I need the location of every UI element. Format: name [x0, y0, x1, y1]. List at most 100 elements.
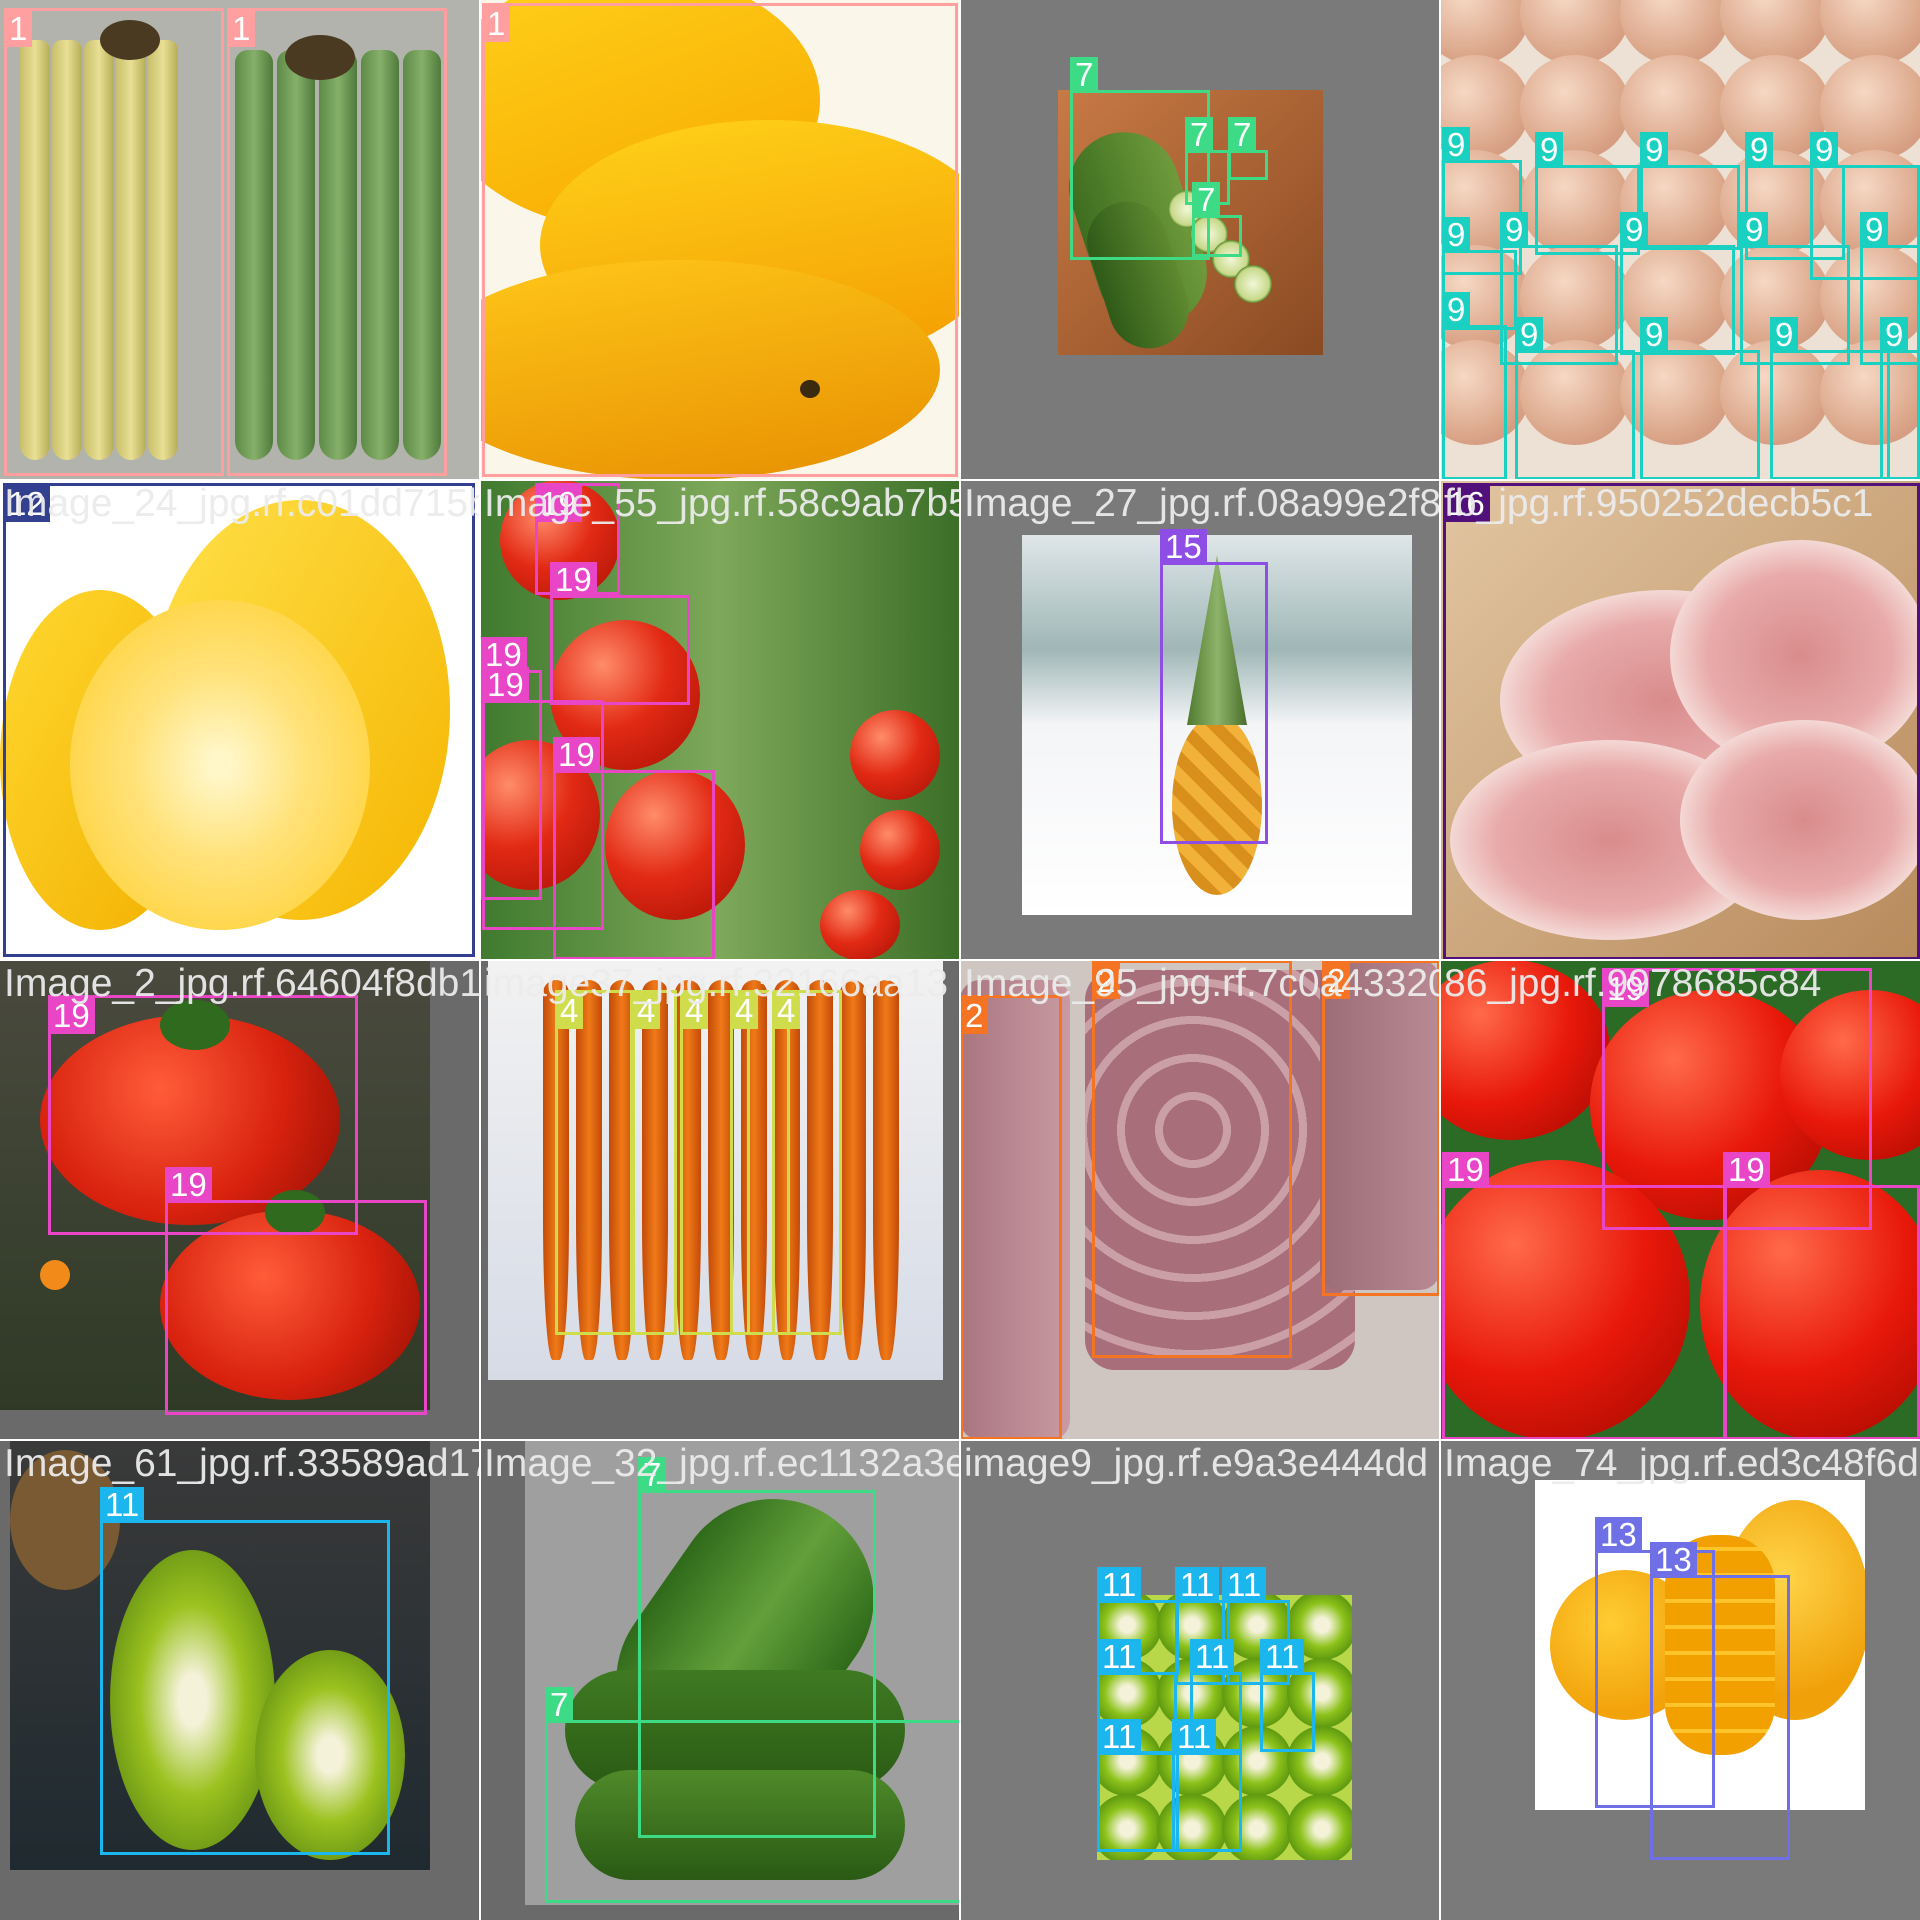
image-filename-label: Image_2_jpg.rf.64604f8db1	[4, 962, 480, 1005]
bounding-box: 2	[1092, 960, 1292, 1358]
bounding-box: 4	[555, 990, 633, 1335]
class-label-tag: 19	[1723, 1152, 1770, 1188]
mosaic-tile: 13 13 Image_74_jpg.rf.ed3c48f6d	[1440, 1440, 1920, 1920]
bounding-box: 15	[1160, 529, 1268, 844]
mosaic-tile: 7777	[960, 0, 1440, 480]
bounding-box: 12	[3, 483, 475, 957]
class-label-tag: 7	[1192, 182, 1221, 218]
bounding-box: 9	[1620, 212, 1735, 355]
class-label-tag: 7	[1070, 57, 1099, 93]
image-filename-label: Image_24_jpg.rf.c01dd715b	[4, 482, 480, 525]
mosaic-tile: 15 Image_27_jpg.rf.08a99e2f864	[960, 480, 1440, 960]
bounding-box: 11	[1172, 1719, 1242, 1852]
bounding-box: 9	[1640, 317, 1760, 480]
class-label-tag: 19	[553, 737, 600, 773]
bounding-box: 11	[1260, 1639, 1315, 1752]
class-label-tag: 7	[1185, 117, 1214, 153]
bounding-box: 19	[480, 637, 542, 900]
bounding-box: 9	[1770, 317, 1890, 480]
class-label-tag: 9	[1442, 292, 1471, 328]
class-label-tag: 9	[1535, 132, 1564, 168]
tile-divider	[1439, 0, 1441, 1920]
class-label-tag: 19	[1442, 1152, 1489, 1188]
bounding-box: 4	[772, 990, 842, 1335]
image-filename-label: Image_61_jpg.rf.33589ad17f	[4, 1442, 480, 1485]
class-label-tag: 11	[1097, 1719, 1142, 1755]
class-label-tag: 9	[1500, 212, 1529, 248]
class-label-tag: 11	[1222, 1567, 1267, 1603]
class-label-tag: 15	[1160, 529, 1207, 565]
image-filename-label: fb_jpg.rf.950252decb5c1	[1444, 482, 1874, 525]
class-label-tag: 19	[165, 1167, 212, 1203]
bounding-box: 2	[1322, 960, 1440, 1296]
bounding-box: 7	[1228, 117, 1268, 180]
class-label-tag: 9	[1442, 217, 1471, 253]
class-label-tag: 11	[1260, 1639, 1305, 1675]
bounding-box: 2	[960, 995, 1062, 1440]
bounding-box: 9	[1515, 317, 1635, 480]
bounding-box: 19	[553, 737, 715, 960]
bounding-box: 7	[1192, 182, 1242, 257]
class-label-tag: 19	[550, 562, 597, 598]
class-label-tag: 11	[1172, 1719, 1217, 1755]
class-label-tag: 9	[1640, 317, 1669, 353]
mosaic-tile: 7 7 Image_32_jpg.rf.ec1132a3e5	[480, 1440, 960, 1920]
class-label-tag: 11	[1097, 1567, 1142, 1603]
mosaic-tile: 11	[0, 0, 480, 480]
bounding-box: 13	[1650, 1542, 1790, 1860]
tile-divider	[0, 1439, 1920, 1441]
class-label-tag: 11	[100, 1487, 145, 1523]
mosaic-tile: 12 Image_24_jpg.rf.c01dd715b	[0, 480, 480, 960]
class-label-tag: 9	[1770, 317, 1799, 353]
class-label-tag: 9	[1745, 132, 1774, 168]
class-label-tag: 7	[1228, 117, 1257, 153]
bounding-box: 9	[1880, 317, 1920, 480]
class-label-tag: 11	[1097, 1639, 1142, 1675]
image-filename-label: image9_jpg.rf.e9a3e444dd	[964, 1442, 1429, 1485]
tile-divider	[0, 959, 1920, 961]
class-label-tag: 9	[1880, 317, 1909, 353]
class-label-tag: 11	[1175, 1567, 1220, 1603]
class-label-tag: 1	[4, 11, 33, 47]
mosaic-tile: 11 Image_61_jpg.rf.33589ad17f	[0, 1440, 480, 1920]
annotated-image-mosaic: 1 1 1 7 7 7 7 9 9 9 9 9 9 9 9 9 9 9 9 9 9 9 12 Image_24_jpg.rf.…	[0, 0, 1920, 1920]
mosaic-tile: 19 19 19 86_jpg.rf.9978685c84	[1440, 960, 1920, 1440]
bounding-box: 19	[165, 1167, 427, 1415]
bounding-box: 9	[1640, 132, 1740, 250]
mosaic-tile: 19 19 19 19 19 Image_55_jpg.rf.58c9ab7b5	[480, 480, 960, 960]
image-filename-label: 86_jpg.rf.9978685c84	[1444, 962, 1822, 1005]
class-label-tag: 9	[1620, 212, 1649, 248]
class-label-tag: 1	[227, 11, 256, 47]
class-label-tag: 9	[1442, 127, 1471, 163]
image-filename-label: Image_95_jpg.rf.7c0a43320b	[964, 962, 1440, 1005]
mosaic-tile: 16 fb_jpg.rf.950252decb5c1	[1440, 480, 1920, 960]
bounding-box: 16	[1443, 483, 1920, 960]
class-label-tag: 9	[1515, 317, 1544, 353]
image-filename-label: Image_27_jpg.rf.08a99e2f864	[964, 482, 1440, 525]
mosaic-tile: 999999999999999	[1440, 0, 1920, 480]
class-label-tag: 13	[1650, 1542, 1697, 1578]
mosaic-tile: 11 11 11 11 11 11 11 11 image9_jpg.rf.e9a3e444dd	[960, 1440, 1440, 1920]
bounding-box: 7	[545, 1687, 960, 1903]
bounding-box: 1	[482, 3, 958, 477]
class-label-tag: 11	[1190, 1639, 1235, 1675]
image-filename-label: image37_jpg.rf.32166aa13	[484, 962, 949, 1005]
class-label-tag: 9	[1810, 132, 1839, 168]
bounding-box: 9	[1442, 292, 1507, 480]
bounding-box: 19	[550, 562, 690, 705]
bounding-box: 19	[1723, 1152, 1920, 1440]
class-label-tag: 9	[1740, 212, 1769, 248]
class-label-tag: 13	[1595, 1517, 1642, 1553]
image-filename-label: Image_74_jpg.rf.ed3c48f6d	[1444, 1442, 1919, 1485]
image-filename-label: Image_32_jpg.rf.ec1132a3e5	[484, 1442, 960, 1485]
mosaic-tile: 4 4 4 4 4 image37_jpg.rf.32166aa13	[480, 960, 960, 1440]
bounding-box: 19	[1442, 1152, 1727, 1440]
bounding-box: 4	[632, 990, 677, 1335]
class-label-tag: 1	[482, 6, 511, 42]
bounding-box: 11	[100, 1487, 390, 1855]
image-filename-label: Image_55_jpg.rf.58c9ab7b5	[484, 482, 960, 525]
class-label-tag: 9	[1640, 132, 1669, 168]
class-label-tag: 7	[545, 1687, 574, 1723]
class-label-tag: 19	[480, 637, 527, 673]
bounding-box: 1	[227, 8, 447, 476]
